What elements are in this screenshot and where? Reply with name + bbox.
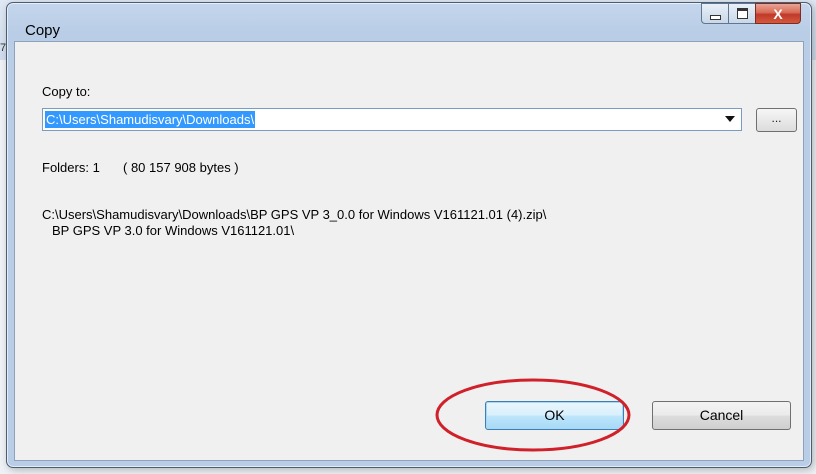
dialog-body: Copy to: C:\Users\Shamudisvary\Downloads…: [14, 41, 804, 461]
minimize-icon: [709, 15, 721, 20]
destination-combobox[interactable]: C:\Users\Shamudisvary\Downloads\: [42, 108, 742, 131]
dialog-title: Copy: [25, 22, 61, 39]
title-bar[interactable]: Copy X: [7, 3, 811, 41]
bytes-total: ( 80 157 908 bytes ): [123, 160, 239, 175]
destination-path-value[interactable]: C:\Users\Shamudisvary\Downloads\: [45, 111, 256, 128]
maximize-button[interactable]: [728, 3, 755, 24]
browse-button[interactable]: ...: [756, 108, 797, 132]
source-path-line-2: BP GPS VP 3.0 for Windows V161121.01\: [52, 223, 295, 238]
close-icon: X: [773, 5, 783, 22]
close-button[interactable]: X: [755, 3, 801, 24]
folders-count: Folders: 1: [42, 160, 100, 175]
ok-button[interactable]: OK: [485, 401, 624, 430]
minimize-button[interactable]: [701, 3, 728, 24]
copy-to-label: Copy to:: [42, 84, 91, 99]
copy-dialog: Copy X Copy to: C:\Users\Shamudisvary\Do…: [6, 2, 812, 468]
cancel-button[interactable]: Cancel: [652, 401, 791, 430]
source-path-line-1: C:\Users\Shamudisvary\Downloads\BP GPS V…: [42, 207, 547, 222]
caption-buttons: X: [701, 3, 801, 25]
chevron-down-icon[interactable]: [725, 116, 735, 122]
maximize-icon: [736, 8, 748, 19]
